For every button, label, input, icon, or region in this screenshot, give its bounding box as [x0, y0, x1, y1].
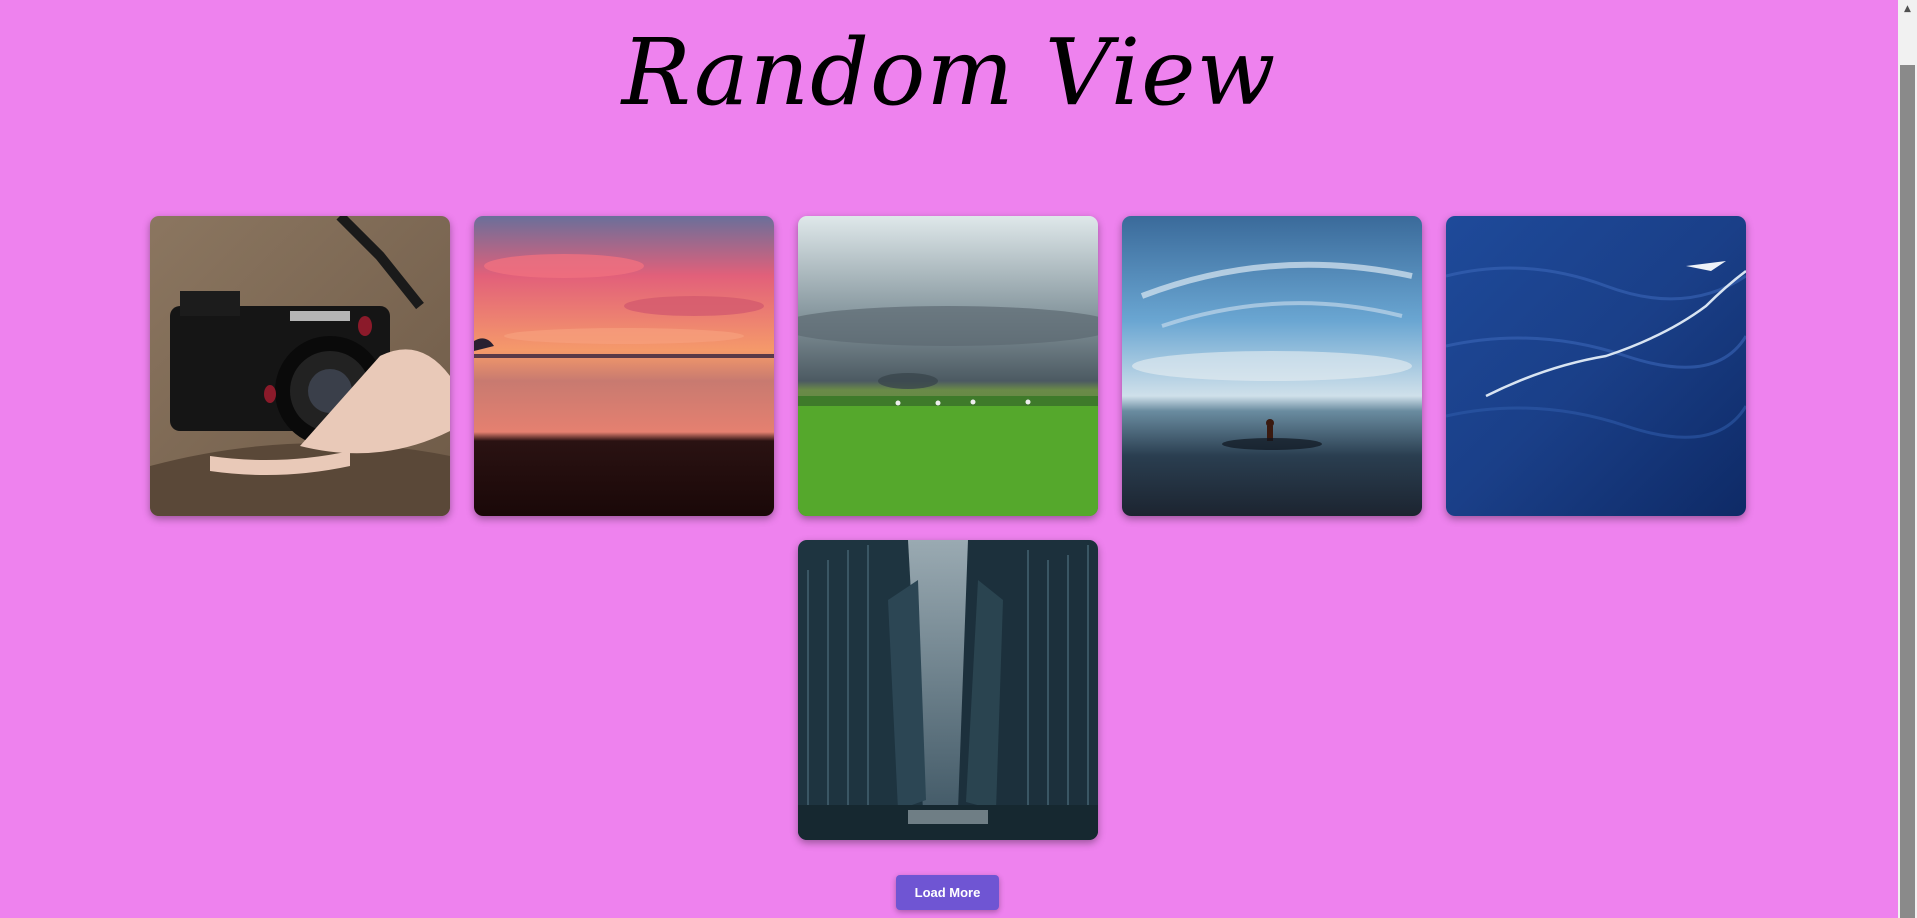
city-street-photo[interactable]: [798, 540, 1098, 840]
scroll-up-arrow-icon[interactable]: ▲: [1898, 0, 1917, 17]
camera-photo[interactable]: [150, 216, 450, 516]
ocean-water-photo[interactable]: [1446, 216, 1746, 516]
photo-gallery: [0, 0, 1898, 918]
green-field-photo[interactable]: [798, 216, 1098, 516]
vertical-scrollbar[interactable]: ▲: [1898, 0, 1917, 918]
sea-person-photo[interactable]: [1122, 216, 1422, 516]
sunset-beach-photo[interactable]: [474, 216, 774, 516]
scrollbar-thumb[interactable]: [1900, 65, 1915, 918]
load-more-button[interactable]: Load More: [896, 875, 999, 910]
page: Random View Load More: [0, 0, 1898, 918]
